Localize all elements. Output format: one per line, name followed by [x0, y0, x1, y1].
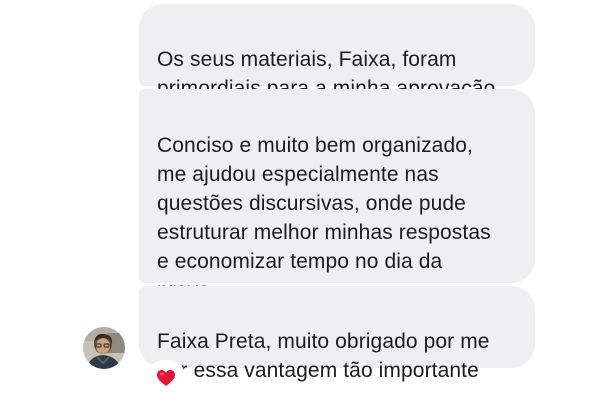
message-bubble[interactable]: Os seus materiais, Faixa, foram primordi…: [139, 4, 535, 100]
message-bubble[interactable]: Faixa Preta, muito obrigado por me dar e…: [139, 286, 535, 382]
chat-thread: Os seus materiais, Faixa, foram primordi…: [0, 0, 600, 400]
message-bubble[interactable]: Conciso e muito bem organizado, me ajudo…: [139, 89, 535, 302]
avatar[interactable]: [83, 327, 125, 369]
reaction-badge[interactable]: [148, 362, 184, 394]
heart-icon: [157, 370, 175, 386]
message-text: Faixa Preta, muito obrigado por me dar e…: [157, 330, 490, 382]
avatar-photo-icon: [83, 327, 125, 369]
message-text: Conciso e muito bem organizado, me ajudo…: [157, 134, 491, 302]
